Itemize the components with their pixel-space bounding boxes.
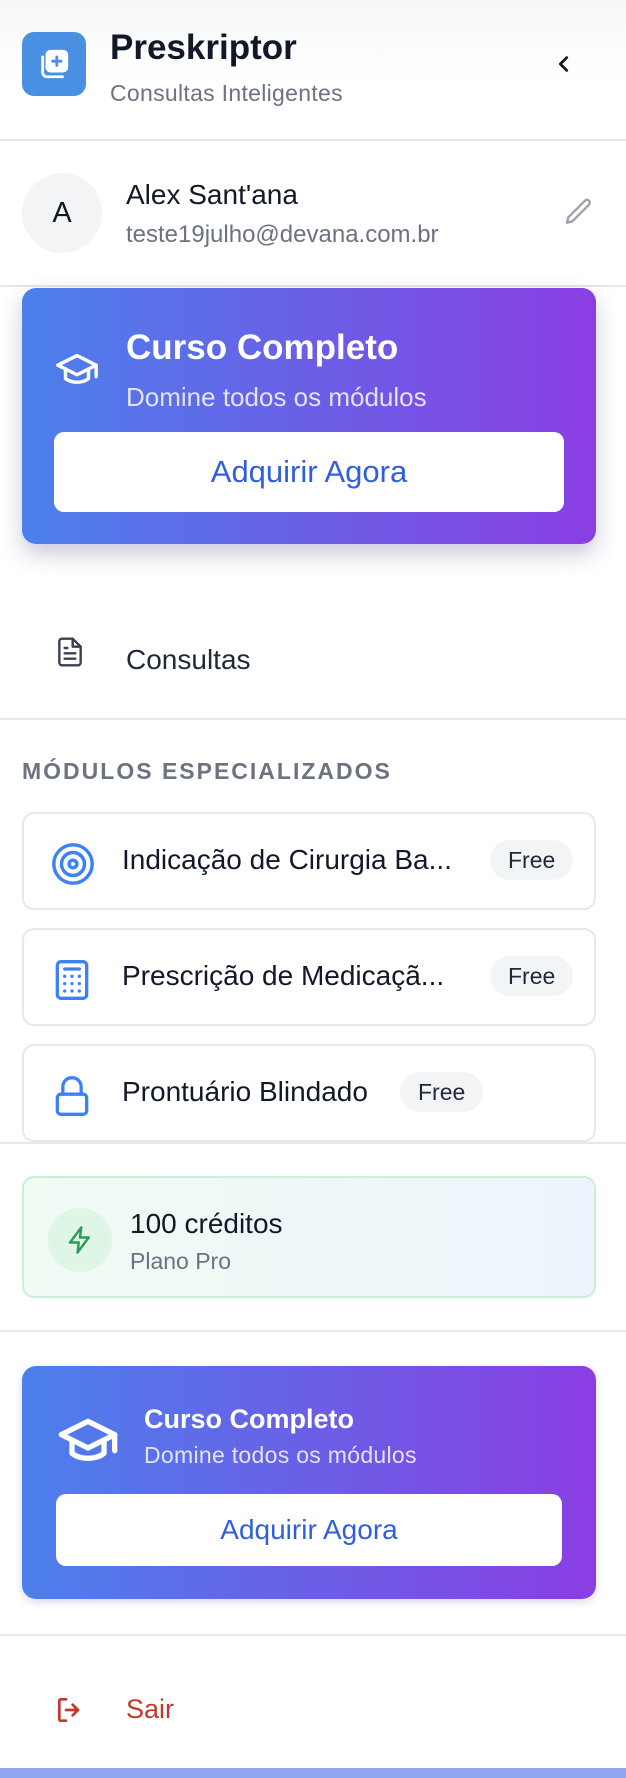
promo-subtitle: Domine todos os módulos	[126, 382, 427, 412]
sidebar-header: Preskriptor Consultas Inteligentes	[0, 0, 626, 141]
graduation-cap-icon	[56, 353, 98, 384]
nav-item-consultas[interactable]: Consultas	[0, 602, 626, 720]
module-label: Prontuário Blindado	[122, 1076, 368, 1107]
credits-badge	[48, 1208, 112, 1272]
section-title: MÓDULOS ESPECIALIZADOS	[22, 758, 392, 784]
target-icon	[52, 843, 94, 885]
divider	[0, 1330, 626, 1332]
nav-item-label: Consultas	[126, 644, 251, 675]
collapse-sidebar-button[interactable]	[544, 44, 584, 84]
promo-title: Curso Completo	[126, 328, 399, 367]
user-profile: A Alex Sant'ana teste19julho@devana.com.…	[0, 141, 626, 287]
credits-amount: 100 créditos	[130, 1208, 283, 1239]
plan-name: Plano Pro	[130, 1248, 232, 1274]
bottom-bar	[0, 1768, 626, 1778]
user-email: teste19julho@devana.com.br	[126, 221, 439, 248]
promo-subtitle: Domine todos os módulos	[144, 1442, 417, 1468]
module-label: Prescrição de Medicaçã...	[122, 960, 445, 991]
divider	[0, 1142, 626, 1144]
course-promo-card: Curso Completo Domine todos os módulos A…	[22, 288, 596, 544]
module-item-prontuario[interactable]: Prontuário Blindado Free	[22, 1044, 596, 1142]
logout-label: Sair	[126, 1694, 175, 1724]
module-item-cirurgia[interactable]: Indicação de Cirurgia Ba... Free	[22, 812, 596, 910]
pencil-icon	[565, 198, 592, 224]
logout-button[interactable]: Sair	[0, 1636, 626, 1776]
course-promo-card: Curso Completo Domine todos os módulos A…	[22, 1366, 596, 1599]
lightning-icon	[68, 1226, 90, 1254]
free-badge: Free	[400, 1072, 484, 1112]
chevron-left-icon	[558, 56, 569, 72]
buy-course-button[interactable]: Adquirir Agora	[56, 1494, 562, 1566]
calculator-icon	[55, 960, 89, 1000]
avatar: A	[22, 173, 102, 253]
app-title: Preskriptor	[110, 28, 297, 67]
edit-profile-button[interactable]	[560, 193, 598, 231]
app-logo	[22, 32, 86, 96]
app-subtitle: Consultas Inteligentes	[110, 80, 343, 106]
sidebar: Preskriptor Consultas Inteligentes A Ale…	[0, 0, 626, 1778]
buy-course-button[interactable]: Adquirir Agora	[54, 432, 564, 512]
free-badge: Free	[490, 840, 574, 880]
lock-icon	[55, 1076, 89, 1116]
user-name: Alex Sant'ana	[126, 179, 298, 210]
free-badge: Free	[490, 956, 574, 996]
document-icon	[58, 637, 82, 667]
logout-icon	[58, 1698, 80, 1722]
module-label: Indicação de Cirurgia Ba...	[122, 844, 452, 875]
promo-title: Curso Completo	[144, 1404, 355, 1434]
module-item-medicacao[interactable]: Prescrição de Medicaçã... Free	[22, 928, 596, 1026]
graduation-cap-icon	[58, 1418, 118, 1461]
add-document-icon	[41, 49, 69, 79]
credits-card: 100 créditos Plano Pro	[22, 1176, 596, 1298]
